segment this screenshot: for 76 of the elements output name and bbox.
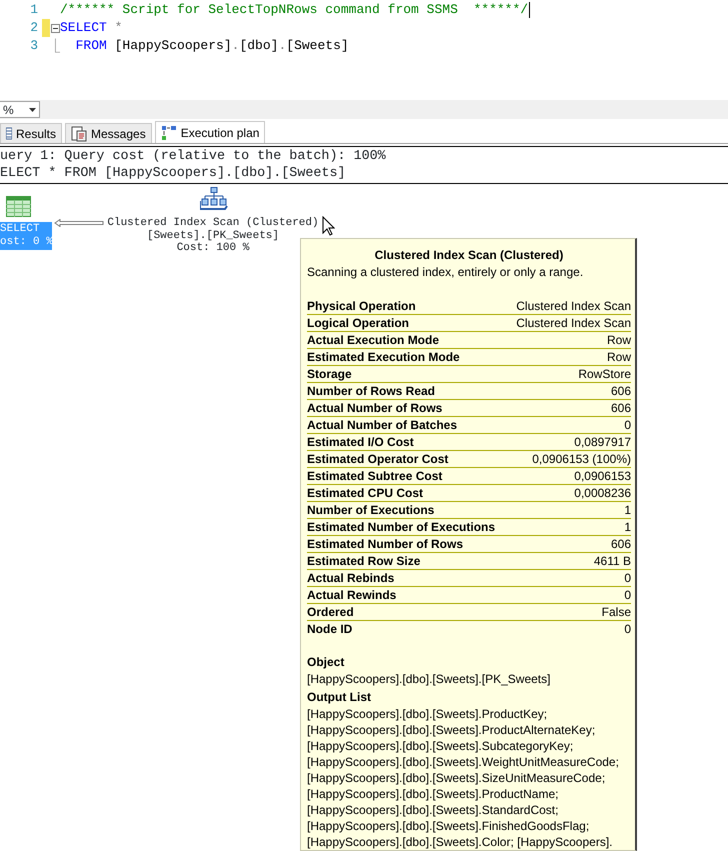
- property-value: Row: [606, 349, 631, 365]
- property-value: 0: [624, 621, 631, 638]
- property-value: False: [602, 604, 631, 620]
- table-icon: [6, 196, 31, 217]
- caret-icon: [29, 108, 36, 112]
- grid-icon: [6, 127, 12, 140]
- property-label: Actual Rewinds: [307, 587, 396, 603]
- property-value: 0: [624, 417, 631, 433]
- property-value: 606: [610, 536, 631, 552]
- code-line: /****** Script for SelectTopNRows command from SSMS ******/: [60, 1, 528, 20]
- tab[interactable]: Results: [0, 123, 62, 143]
- section-heading: Object: [307, 654, 346, 671]
- section-text: [HappyScoopers].[dbo].[Sweets].ProductAlternateKey;: [307, 722, 596, 738]
- property-value: 0: [624, 570, 631, 586]
- property-value: Clustered Index Scan: [516, 298, 631, 314]
- property-label: Storage: [307, 366, 352, 382]
- property-value: 1: [624, 502, 631, 518]
- section-text: [HappyScoopers].[dbo].[Sweets].WeightUnitMeasureCode;: [307, 754, 620, 770]
- property-value: 0,0906153 (100%): [532, 451, 631, 467]
- section-text: [HappyScoopers].[dbo].[Sweets].ProductName;: [307, 786, 560, 802]
- property-label: Physical Operation: [307, 298, 416, 314]
- query-header-text: uery 1: Query cost (relative to the batch): 100%: [0, 148, 387, 165]
- zoom-dropdown[interactable]: %: [0, 101, 40, 118]
- property-label: Number of Executions: [307, 502, 434, 518]
- property-value: 0: [624, 587, 631, 603]
- property-value: 0,0897917: [574, 434, 631, 450]
- property-label: Logical Operation: [307, 315, 410, 331]
- property-value: RowStore: [578, 366, 631, 382]
- property-value: 4611 B: [594, 553, 631, 569]
- line-number: 3: [29, 37, 38, 56]
- index-scan-icon: [200, 187, 228, 212]
- section-text: [HappyScoopers].[dbo].[Sweets].SubcategoryKey;: [307, 738, 574, 754]
- property-value: 606: [610, 383, 631, 399]
- property-label: Actual Number of Batches: [307, 417, 458, 433]
- property-value: Clustered Index Scan: [516, 315, 631, 331]
- property-label: Actual Execution Mode: [307, 332, 440, 348]
- property-label: Estimated Execution Mode: [307, 349, 460, 365]
- flow-arrow: [54, 219, 104, 227]
- property-label: Estimated I/O Cost: [307, 434, 414, 450]
- section-text: [HappyScoopers].[dbo].[Sweets].[PK_Sweets]: [307, 671, 552, 687]
- section-heading: Output List: [307, 689, 372, 706]
- tooltip-description: Scanning a clustered index, entirely or only a range.: [307, 264, 584, 281]
- property-value: Row: [606, 332, 631, 348]
- property-label: Estimated CPU Cost: [307, 485, 424, 501]
- property-label: Estimated Number of Rows: [307, 536, 464, 552]
- line-number: 1: [29, 1, 38, 20]
- collapse-icon[interactable]: [51, 24, 60, 32]
- property-label: Estimated Operator Cost: [307, 451, 448, 467]
- property-value: 0,0906153: [574, 468, 631, 484]
- section-text: [HappyScoopers].[dbo].[Sweets].StandardCost;: [307, 802, 560, 818]
- property-label: Number of Rows Read: [307, 383, 436, 399]
- property-label: Actual Number of Rows: [307, 400, 442, 416]
- document-icon: [71, 126, 88, 142]
- node-label: Clustered Index Scan (Clustered) [Sweets].[PK_Sweets] Cost: 100 %: [106, 217, 320, 254]
- property-label: Estimated Number of Executions: [307, 519, 496, 535]
- code-line: FROM [HappyScoopers].[dbo].[Sweets]: [74, 37, 349, 56]
- property-value: 1: [624, 519, 631, 535]
- plan-icon: [160, 124, 177, 140]
- property-label: Estimated Row Size: [307, 553, 420, 569]
- section-text: [HappyScoopers].[dbo].[Sweets].ProductKey;: [307, 706, 548, 722]
- property-label: Actual Rebinds: [307, 570, 394, 586]
- tab[interactable]: Execution plan: [154, 121, 266, 143]
- section-text: [HappyScoopers].[dbo].[Sweets].Color; [HappyScoopers].: [307, 834, 614, 850]
- code-line: SELECT *: [60, 19, 122, 38]
- tab[interactable]: Messages: [65, 123, 152, 143]
- query-header-text: ELECT * FROM [HappyScoopers].[dbo].[Sweets]: [0, 165, 347, 182]
- property-label: Ordered: [307, 604, 354, 620]
- tooltip-title: Clustered Index Scan (Clustered): [374, 247, 564, 264]
- mouse-pointer-icon: [322, 216, 335, 236]
- property-label: Estimated Subtree Cost: [307, 468, 442, 484]
- line-number: 2: [29, 19, 38, 38]
- property-value: 606: [610, 400, 631, 416]
- property-value: 0,0008236: [574, 485, 631, 501]
- section-text: [HappyScoopers].[dbo].[Sweets].FinishedGoodsFlag;: [307, 818, 590, 834]
- section-text: [HappyScoopers].[dbo].[Sweets].SizeUnitMeasureCode;: [307, 770, 606, 786]
- property-label: Node ID: [307, 621, 352, 638]
